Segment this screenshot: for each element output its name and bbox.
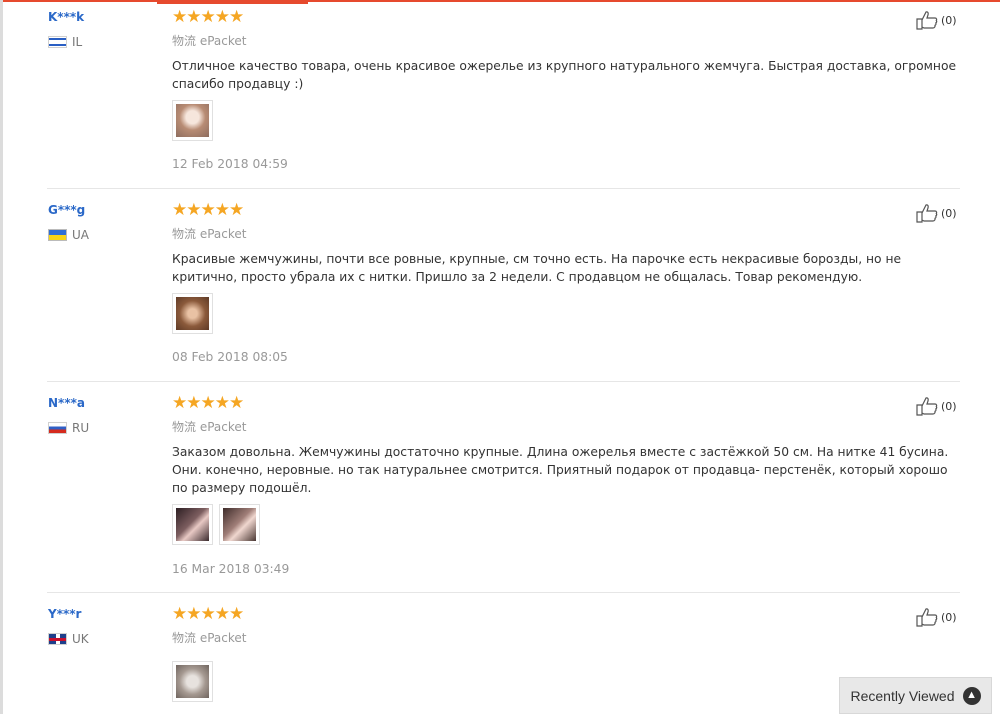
reviewer-name[interactable]: N***a: [48, 396, 85, 410]
helpful-button[interactable]: (0): [916, 10, 957, 30]
helpful-button[interactable]: (0): [916, 607, 957, 627]
country-code: UA: [72, 228, 89, 242]
thumbs-up-icon: [916, 204, 938, 223]
review-item: Y***r UK ★★★★★ 物流 ePacket (0): [0, 597, 960, 714]
country-code: IL: [72, 35, 83, 49]
review-divider: [47, 592, 960, 593]
review-item: K***k IL ★★★★★ 物流 ePacket Отличное качес…: [0, 0, 960, 189]
review-date: 12 Feb 2018 04:59: [172, 157, 288, 171]
review-divider: [47, 381, 960, 382]
thumbs-up-icon: [916, 608, 938, 627]
ukraine-flag-icon: [48, 229, 67, 241]
reviewer-country: RU: [48, 421, 89, 435]
star-rating: ★★★★★: [172, 604, 244, 624]
shipping-method: 物流 ePacket: [172, 631, 247, 645]
review-photo-thumbnail[interactable]: [172, 100, 213, 141]
review-text: Заказом довольна. Жемчужины достаточно к…: [172, 445, 949, 495]
reviewer-name[interactable]: G***g: [48, 203, 85, 217]
shipping-method: 物流 ePacket: [172, 34, 247, 48]
recently-viewed-label: Recently Viewed: [850, 687, 955, 704]
review-photo-thumbnail[interactable]: [172, 504, 213, 545]
review-photo-thumbnail[interactable]: [219, 504, 260, 545]
reviewer-country: UA: [48, 228, 89, 242]
thumbs-up-icon: [916, 11, 938, 30]
country-code: RU: [72, 421, 90, 435]
shipping-method: 物流 ePacket: [172, 420, 247, 434]
helpful-count: (0): [941, 13, 957, 27]
helpful-button[interactable]: (0): [916, 396, 957, 416]
review-text: Красивые жемчужины, почти все ровные, кр…: [172, 252, 902, 284]
reviewer-country: IL: [48, 35, 82, 49]
review-date: 08 Feb 2018 08:05: [172, 350, 288, 364]
star-rating: ★★★★★: [172, 7, 244, 27]
reviewer-name[interactable]: Y***r: [48, 607, 81, 621]
shipping-method: 物流 ePacket: [172, 227, 247, 241]
recently-viewed-button[interactable]: Recently Viewed ▲: [839, 677, 992, 714]
helpful-button[interactable]: (0): [916, 203, 957, 223]
reviewer-name[interactable]: K***k: [48, 10, 84, 24]
review-date: 16 Mar 2018 03:49: [172, 562, 290, 576]
review-text: Отличное качество товара, очень красивое…: [172, 59, 957, 91]
uk-flag-icon: [48, 633, 67, 645]
helpful-count: (0): [941, 399, 957, 413]
review-photo-thumbnail[interactable]: [172, 293, 213, 334]
helpful-count: (0): [941, 206, 957, 220]
russia-flag-icon: [48, 422, 67, 434]
review-item: G***g UA ★★★★★ 物流 ePacket Красивые жемчу…: [0, 193, 960, 382]
review-photos: [172, 661, 213, 702]
helpful-count: (0): [941, 610, 957, 624]
star-rating: ★★★★★: [172, 393, 244, 413]
israel-flag-icon: [48, 36, 67, 48]
review-photos: [172, 100, 213, 141]
review-photos: [172, 293, 213, 334]
reviewer-country: UK: [48, 632, 89, 646]
country-code: UK: [72, 632, 89, 646]
review-photos: [172, 504, 260, 545]
review-divider: [47, 188, 960, 189]
star-rating: ★★★★★: [172, 200, 244, 220]
review-item: N***a RU ★★★★★ 物流 ePacket Заказом доволь…: [0, 386, 960, 593]
thumbs-up-icon: [916, 397, 938, 416]
chevron-up-icon: ▲: [962, 686, 981, 705]
review-photo-thumbnail[interactable]: [172, 661, 213, 702]
